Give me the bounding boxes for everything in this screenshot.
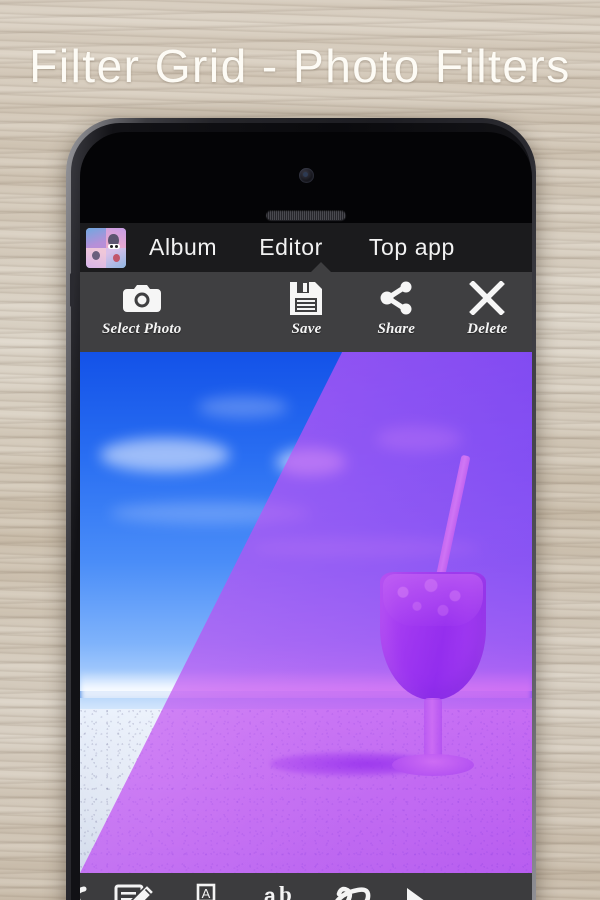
- tab-top-app[interactable]: Top app: [369, 234, 455, 261]
- front-camera-icon: [299, 168, 314, 183]
- save-button[interactable]: Save: [289, 280, 323, 338]
- share-nodes-icon: [378, 280, 414, 316]
- document-pencil-icon: [114, 882, 156, 900]
- page-title: Filter Grid - Photo Filters: [29, 40, 571, 92]
- action-toolbar: Select Photo Save Share Delete: [80, 272, 532, 352]
- delete-button[interactable]: Delete: [467, 280, 507, 338]
- tab-album[interactable]: Album: [149, 234, 217, 261]
- tool-item-abc-letters[interactable]: a b + c Text: [258, 882, 302, 900]
- tool-item-abc-blocks[interactable]: A B C Text: [184, 882, 228, 900]
- save-label: Save: [291, 321, 322, 337]
- phone-side-button: [70, 273, 74, 307]
- phone-frame: Album Editor Top app Select Photo Save S…: [66, 118, 536, 900]
- cloud: [198, 396, 288, 418]
- app-navbar: Album Editor Top app: [80, 223, 532, 273]
- share-button[interactable]: Share: [377, 280, 415, 338]
- svg-text:b: b: [279, 883, 292, 900]
- select-photo-button[interactable]: Select Photo: [102, 280, 181, 338]
- phone-body: Album Editor Top app Select Photo Save S…: [70, 123, 532, 900]
- promo-stage: Filter Grid - Photo Filters Album Editor…: [0, 0, 600, 900]
- chevron-right-icon: [398, 888, 442, 900]
- earpiece-speaker-icon: [266, 210, 346, 220]
- app-icon[interactable]: [86, 227, 126, 268]
- abc-letters-icon: a b + c: [258, 882, 302, 900]
- tool-item-text-edit[interactable]: Text: [114, 882, 156, 900]
- svg-text:A: A: [202, 886, 211, 900]
- tool-item-partial[interactable]: r: [80, 882, 90, 900]
- partial-tool-icon: [80, 882, 90, 900]
- tool-item-squiggle[interactable]: Text: [332, 882, 376, 900]
- share-label: Share: [377, 321, 416, 337]
- select-photo-label: Select Photo: [102, 321, 182, 337]
- squiggle-stroke-icon: [332, 882, 376, 900]
- tab-editor[interactable]: Editor: [259, 234, 323, 261]
- text-tools-toolbar: r: [80, 873, 532, 900]
- svg-text:a: a: [264, 885, 276, 900]
- cloud: [100, 438, 230, 472]
- camera-icon: [121, 280, 163, 316]
- abc-blocks-icon: A B C: [184, 882, 228, 900]
- delete-label: Delete: [467, 321, 508, 337]
- photo-canvas[interactable]: [80, 352, 532, 873]
- close-x-icon: [469, 280, 506, 316]
- floppy-disk-icon: [289, 280, 323, 316]
- next-tools-button[interactable]: [398, 888, 442, 900]
- phone-screen: Album Editor Top app Select Photo Save S…: [80, 223, 532, 900]
